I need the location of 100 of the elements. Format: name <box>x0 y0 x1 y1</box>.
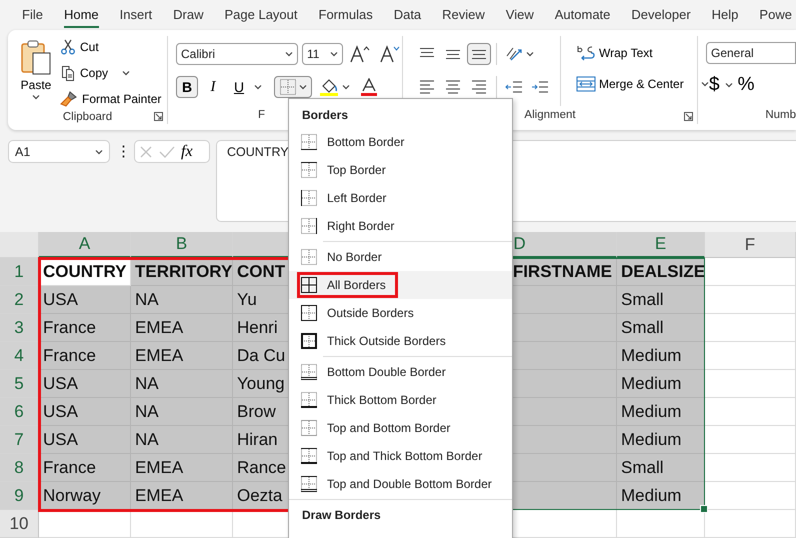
ribbon-tab[interactable]: Formulas <box>318 2 373 28</box>
menu-item[interactable]: All Borders <box>289 271 512 299</box>
menu-item[interactable]: Left Border <box>289 184 512 212</box>
dialog-launcher-icon[interactable] <box>154 112 163 121</box>
table-cell: EMEA <box>131 314 233 342</box>
row-header[interactable]: 9 <box>0 482 39 510</box>
underline-button[interactable]: U <box>228 76 250 98</box>
name-box[interactable]: A1 <box>8 140 110 163</box>
align-lines-icon <box>444 78 462 96</box>
table-cell: USA <box>39 398 131 426</box>
insert-function-button[interactable]: fx <box>181 142 193 160</box>
ribbon-tab[interactable]: Page Layout <box>224 2 298 28</box>
border-style-icon <box>301 249 317 265</box>
table-cell: EMEA <box>131 454 233 482</box>
borders-icon <box>280 79 296 95</box>
menu-item[interactable]: Top and Thick Bottom Border <box>289 442 512 470</box>
border-style-icon <box>301 162 317 178</box>
number-format-field[interactable]: General <box>706 42 796 64</box>
grow-font-icon <box>350 45 370 63</box>
table-cell: Small <box>617 286 705 314</box>
group-label: Alignment <box>524 109 576 121</box>
column-header[interactable]: F <box>705 232 796 258</box>
table-cell: NA <box>131 398 233 426</box>
table-cell: Medium <box>617 482 705 510</box>
ribbon-tab[interactable]: Powe <box>759 2 792 28</box>
menu-item[interactable]: Thick Outside Borders <box>289 327 512 355</box>
ribbon-tab[interactable]: Automate <box>554 2 610 28</box>
table-cell: COUNTRY <box>39 258 131 286</box>
caret-icon <box>32 94 40 100</box>
table-cell: USA <box>39 286 131 314</box>
wrap-text-icon <box>576 44 596 62</box>
menu-item[interactable]: No Border <box>289 243 512 271</box>
menu-item[interactable]: Top Border <box>289 156 512 184</box>
ribbon-tab[interactable]: Review <box>442 2 485 28</box>
row-header[interactable]: 7 <box>0 426 39 454</box>
row-header[interactable]: 5 <box>0 370 39 398</box>
ribbon-tab[interactable]: Data <box>394 2 422 28</box>
bold-button[interactable]: B <box>176 76 198 98</box>
row-header[interactable]: 3 <box>0 314 39 342</box>
cut-button[interactable]: Cut <box>60 36 162 58</box>
ribbon-tab[interactable]: Developer <box>631 2 691 28</box>
border-style-icon <box>301 218 317 234</box>
italic-button[interactable]: I <box>202 76 224 98</box>
align-lines-icon <box>470 78 488 96</box>
borders-button[interactable] <box>274 76 312 98</box>
menu-item[interactable]: Top and Bottom Border <box>289 414 512 442</box>
align-bottom-button[interactable] <box>467 43 491 65</box>
row-header[interactable]: 4 <box>0 342 39 370</box>
ribbon-tab[interactable]: View <box>506 2 534 28</box>
border-style-icon <box>301 420 317 436</box>
menu-item[interactable]: Thick Bottom Border <box>289 386 512 414</box>
ribbon-tab[interactable]: Draw <box>173 2 204 28</box>
align-lines-icon <box>446 50 460 58</box>
menu-item[interactable]: Bottom Border <box>289 128 512 156</box>
increase-indent-icon <box>531 79 549 95</box>
clipboard-icon <box>20 38 52 76</box>
font-size-dropdown[interactable]: 11 <box>302 43 343 65</box>
caret-icon <box>298 84 306 90</box>
format-painter-button[interactable]: Format Painter <box>60 88 162 110</box>
currency-button[interactable]: $ <box>706 74 723 96</box>
row-header[interactable]: 6 <box>0 398 39 426</box>
table-cell: NA <box>131 426 233 454</box>
menu-heading: Borders <box>301 107 350 124</box>
copy-button[interactable]: Copy <box>60 62 162 84</box>
table-cell: Medium <box>617 342 705 370</box>
table-cell: Medium <box>617 426 705 454</box>
wrap-text-button[interactable]: Wrap Text <box>573 42 656 64</box>
percent-button[interactable]: % <box>734 74 758 96</box>
ribbon-tab[interactable]: Help <box>712 2 738 28</box>
column-header[interactable]: A <box>39 232 131 258</box>
ribbon-tab[interactable]: Home <box>64 2 99 28</box>
column-header[interactable]: B <box>131 232 233 258</box>
group-label: Numb <box>765 109 796 121</box>
menu-item[interactable]: Right Border <box>289 212 512 240</box>
paste-button[interactable]: Paste <box>20 38 52 110</box>
ribbon-tab[interactable]: File <box>22 2 43 28</box>
table-cell: TERRITORY <box>131 258 233 286</box>
font-name-dropdown[interactable]: Calibri <box>176 43 298 65</box>
ribbon-tab[interactable]: Insert <box>120 2 152 28</box>
caret-icon <box>254 84 262 90</box>
row-header[interactable]: 10 <box>0 510 39 538</box>
row-header[interactable]: 2 <box>0 286 39 314</box>
column-header[interactable]: E <box>617 232 705 258</box>
caret-icon <box>330 51 338 57</box>
menu-item[interactable]: Top and Double Bottom Border <box>289 470 512 498</box>
caret-icon <box>122 70 130 76</box>
shrink-font-icon <box>380 45 400 63</box>
paint-bucket-icon <box>319 78 339 96</box>
row-header[interactable]: 1 <box>0 258 39 286</box>
border-style-icon <box>301 190 317 206</box>
dialog-launcher-icon[interactable] <box>684 112 693 121</box>
more-options-button[interactable]: ⋮ <box>116 140 128 163</box>
menu-item[interactable]: Outside Borders <box>289 299 512 327</box>
border-style-icon <box>301 134 317 150</box>
table-cell: USA <box>39 426 131 454</box>
row-header[interactable]: 8 <box>0 454 39 482</box>
border-style-icon <box>301 448 317 464</box>
align-lines-icon <box>420 48 434 57</box>
menu-item[interactable]: Bottom Double Border <box>289 358 512 386</box>
fill-handle[interactable] <box>700 505 708 513</box>
